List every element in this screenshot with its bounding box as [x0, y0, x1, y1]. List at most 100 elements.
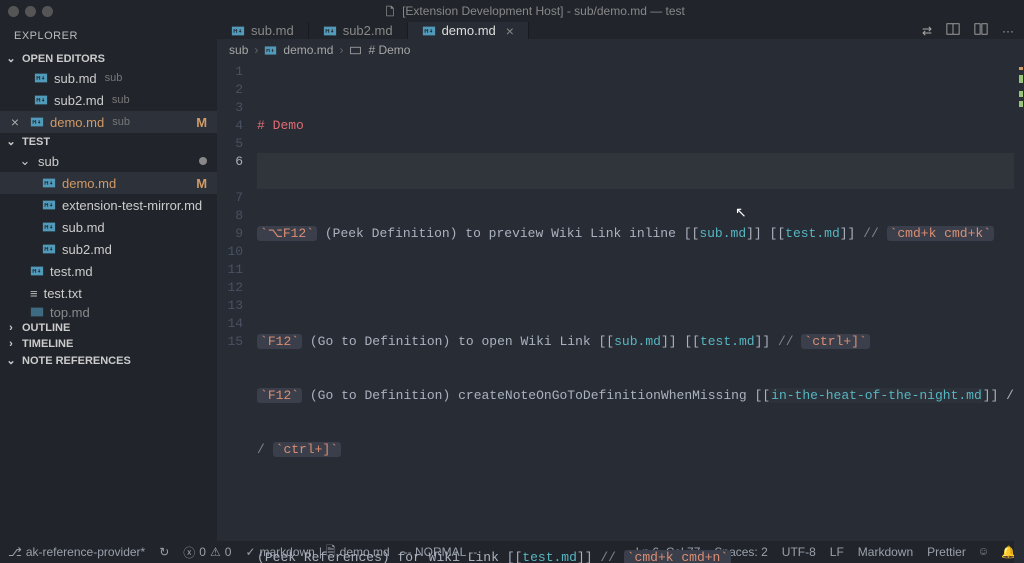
- branch-name: ak-reference-provider*: [26, 545, 145, 559]
- markdown-icon: [42, 220, 56, 234]
- tab-label: sub.md: [251, 23, 294, 38]
- open-editor-item[interactable]: × demo.md sub M: [0, 111, 217, 133]
- keybinding: `ctrl+]`: [273, 442, 341, 457]
- modified-badge: M: [196, 115, 207, 130]
- file-name: sub.md: [62, 220, 105, 235]
- keybinding: `ctrl+]`: [801, 334, 869, 349]
- tree-file[interactable]: extension-test-mirror.md: [0, 194, 217, 216]
- chevron-down-icon: ⌄: [4, 354, 18, 367]
- mouse-cursor-icon: ↖: [735, 205, 747, 223]
- overview-ruler[interactable]: [1014, 61, 1024, 563]
- compare-icon[interactable]: ⇄: [922, 24, 932, 38]
- tree-file[interactable]: sub2.md: [0, 238, 217, 260]
- note-refs-label: NOTE REFERENCES: [22, 355, 131, 367]
- wiki-link[interactable]: test.md: [700, 334, 755, 349]
- window-title: [Extension Development Host] - sub/demo.…: [402, 4, 685, 18]
- window-controls[interactable]: [8, 6, 53, 17]
- editor-area: sub.md sub2.md demo.md × ⇄ ··· sub › de: [217, 22, 1024, 541]
- wiki-link[interactable]: sub.md: [614, 334, 661, 349]
- keybinding: `F12`: [257, 334, 302, 349]
- error-icon: ⓧ: [183, 544, 195, 561]
- keybinding: `F12`: [257, 388, 302, 403]
- preview-icon[interactable]: [946, 22, 960, 39]
- tab-demo[interactable]: demo.md ×: [408, 22, 529, 39]
- file-name: extension-test-mirror.md: [62, 198, 202, 213]
- code-text: [616, 550, 624, 563]
- tree-file[interactable]: sub.md: [0, 216, 217, 238]
- tab-bar: sub.md sub2.md demo.md × ⇄ ···: [217, 22, 1024, 39]
- open-editors-section[interactable]: ⌄ OPEN EDITORS: [0, 50, 217, 67]
- code-text: (Go to Definition) to open Wiki Link [[: [302, 334, 614, 349]
- crumb-folder[interactable]: sub: [229, 43, 248, 57]
- chevron-right-icon: ›: [4, 338, 18, 350]
- tree-file[interactable]: test.txt: [0, 282, 217, 304]
- tab-label: sub2.md: [343, 23, 393, 38]
- code-text: //: [600, 550, 616, 563]
- project-section[interactable]: ⌄ TEST: [0, 133, 217, 150]
- wiki-link[interactable]: in-the-heat-of-the-night.md: [770, 388, 983, 403]
- code-text: //: [778, 334, 794, 349]
- chevron-right-icon: ›: [4, 322, 18, 334]
- line-gutter: 123456789101112131415: [217, 61, 257, 563]
- file-icon: [384, 5, 396, 17]
- wiki-link[interactable]: sub.md: [699, 226, 746, 241]
- markdown-icon: [34, 71, 48, 85]
- code-text: ]] [[: [746, 226, 785, 241]
- file-path: sub: [112, 116, 130, 128]
- code-text: (Go to Definition) createNoteOnGoToDefin…: [302, 388, 770, 403]
- markdown-icon: [34, 93, 48, 107]
- tree-folder[interactable]: ⌄ sub: [0, 150, 217, 172]
- close-icon[interactable]: ×: [506, 23, 514, 39]
- tree-file[interactable]: demo.md M: [0, 172, 217, 194]
- code-content[interactable]: # Demo `⌥F12` (Peek Definition) to previ…: [257, 61, 1014, 563]
- project-name-label: TEST: [22, 136, 50, 148]
- more-icon[interactable]: ···: [1002, 24, 1014, 38]
- close-icon[interactable]: ×: [8, 114, 22, 130]
- min-dot[interactable]: [25, 6, 36, 17]
- code-text: /: [257, 442, 273, 457]
- code-text: ]]: [840, 226, 863, 241]
- chevron-right-icon: ›: [339, 43, 343, 57]
- code-text: ]] /: [983, 388, 1014, 403]
- split-icon[interactable]: [974, 22, 988, 39]
- open-editor-item[interactable]: sub.md sub: [0, 67, 217, 89]
- tab-sub2[interactable]: sub2.md: [309, 22, 408, 39]
- file-path: sub: [112, 94, 130, 106]
- status-sync[interactable]: ↻: [159, 545, 169, 559]
- file-name: sub2.md: [54, 93, 104, 108]
- file-name: demo.md: [50, 115, 104, 130]
- timeline-section[interactable]: › TIMELINE: [0, 336, 217, 352]
- breadcrumbs[interactable]: sub › demo.md › # Demo: [217, 39, 1024, 61]
- explorer-title: EXPLORER: [0, 22, 217, 50]
- status-branch[interactable]: ⎇ak-reference-provider*: [8, 545, 145, 560]
- chevron-right-icon: ›: [254, 43, 258, 57]
- wiki-link[interactable]: test.md: [522, 550, 577, 563]
- chevron-down-icon: ⌄: [4, 135, 18, 148]
- open-editors-label: OPEN EDITORS: [22, 53, 105, 65]
- open-editor-item[interactable]: sub2.md sub: [0, 89, 217, 111]
- markdown-icon: [422, 24, 436, 38]
- dirty-dot-icon: [199, 157, 207, 165]
- crumb-symbol[interactable]: # Demo: [368, 43, 410, 57]
- symbol-icon: [349, 44, 362, 57]
- tree-file[interactable]: test.md: [0, 260, 217, 282]
- error-count: 0: [199, 545, 206, 559]
- crumb-file[interactable]: demo.md: [283, 43, 333, 57]
- wiki-link[interactable]: test.md: [785, 226, 840, 241]
- close-dot[interactable]: [8, 6, 19, 17]
- code-text: //: [863, 226, 879, 241]
- note-references-section[interactable]: ⌄ NOTE REFERENCES: [0, 352, 217, 369]
- code-text: (Peek Definition) to preview Wiki Link i…: [317, 226, 699, 241]
- code-editor[interactable]: 123456789101112131415 # Demo `⌥F12` (Pee…: [217, 61, 1024, 563]
- max-dot[interactable]: [42, 6, 53, 17]
- code-text: (Peek References) for Wiki Link [[: [257, 550, 522, 563]
- outline-section[interactable]: › OUTLINE: [0, 320, 217, 336]
- markdown-icon: [30, 305, 44, 319]
- tree-file[interactable]: top.md: [0, 304, 217, 320]
- timeline-label: TIMELINE: [22, 338, 73, 350]
- code-text: # Demo: [257, 118, 304, 133]
- markdown-icon: [42, 242, 56, 256]
- chevron-down-icon: ⌄: [4, 52, 18, 65]
- tab-sub[interactable]: sub.md: [217, 22, 309, 39]
- code-text: ]]: [577, 550, 600, 563]
